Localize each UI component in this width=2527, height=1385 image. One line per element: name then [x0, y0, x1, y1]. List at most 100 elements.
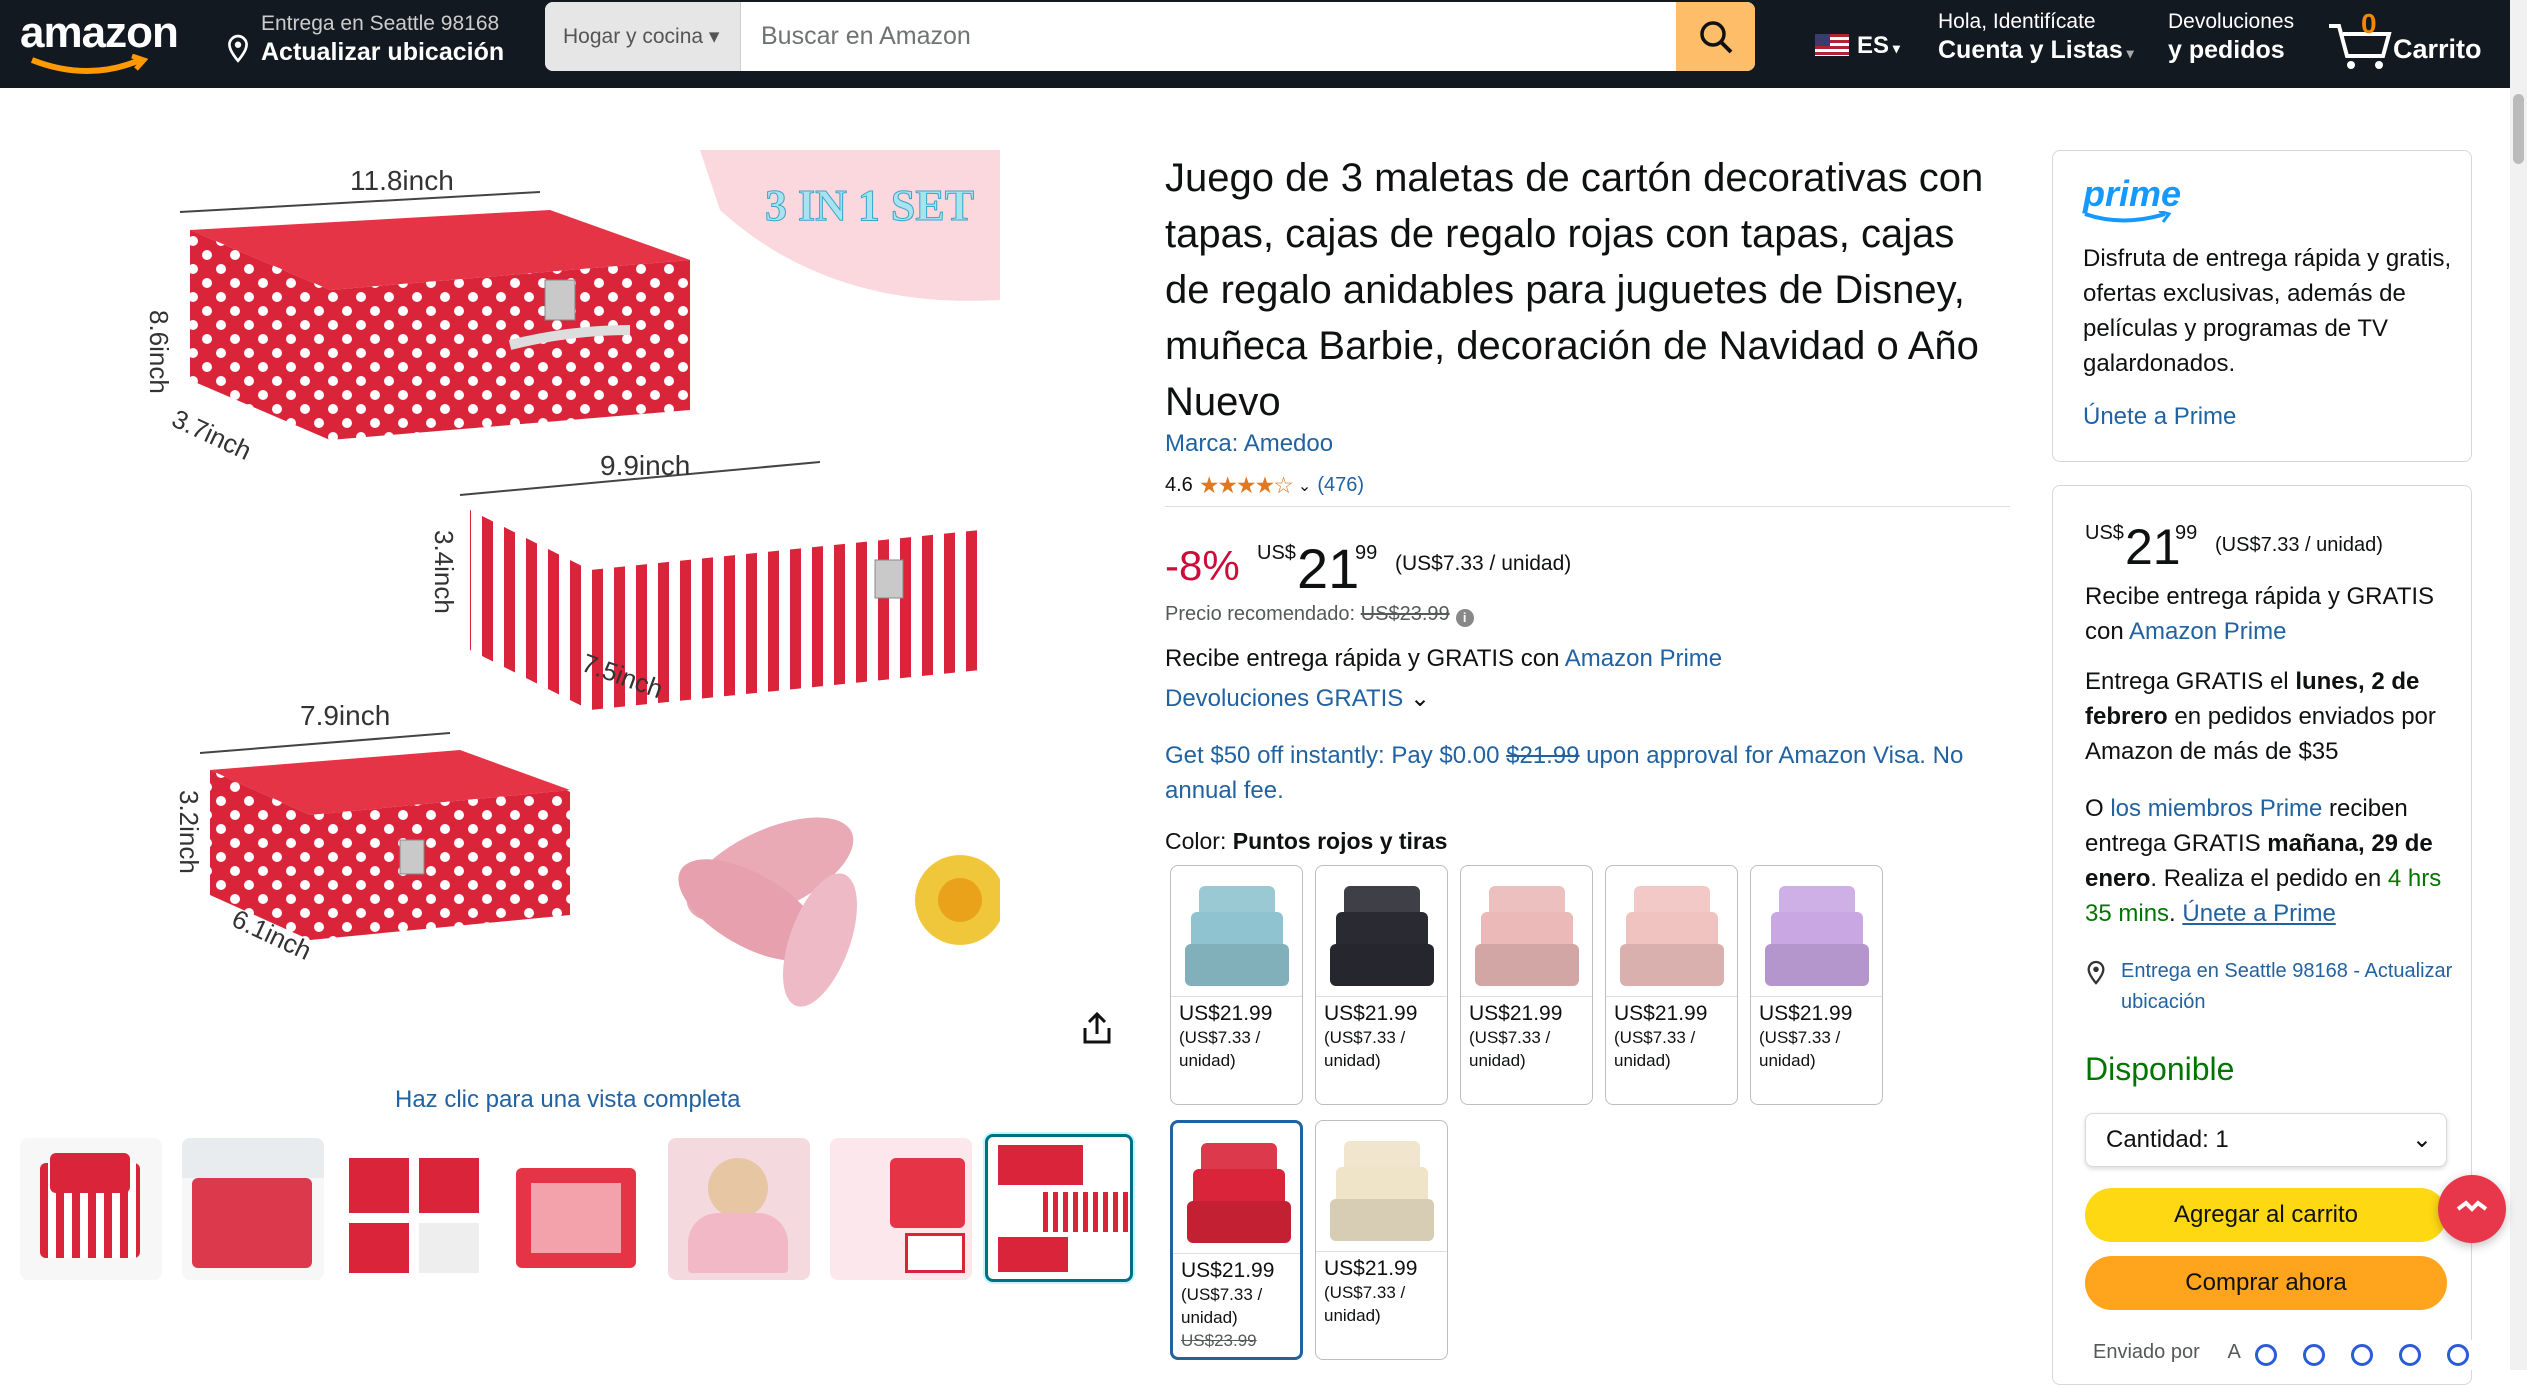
- rating-row: 4.6 ★★★★☆ ⌄ (476): [1165, 472, 1364, 499]
- star-rating-icon[interactable]: ★★★★☆: [1199, 472, 1294, 499]
- share-icon: [1083, 1011, 1111, 1044]
- tray-icon-1[interactable]: [2255, 1344, 2277, 1366]
- list-price-row: Precio recomendado: US$23.99 i: [1165, 603, 1474, 627]
- swatch-price: US$21.99: [1614, 1002, 1708, 1025]
- amazon-logo[interactable]: amazon: [20, 8, 198, 80]
- thumbnail-1[interactable]: [20, 1138, 162, 1280]
- color-swatch[interactable]: US$21.99 (US$7.33 / unidad): [1315, 865, 1448, 1105]
- color-swatch[interactable]: US$21.99 (US$7.33 / unidad): [1750, 865, 1883, 1105]
- buybox-free-delivery: Entrega GRATIS el lunes, 2 de febrero en…: [2085, 668, 2436, 765]
- language-selector[interactable]: ES ▾: [1815, 32, 1900, 60]
- tray-icon-3[interactable]: [2351, 1344, 2373, 1366]
- availability-status: Disponible: [2085, 1051, 2235, 1087]
- join-prime-link[interactable]: Únete a Prime: [2083, 403, 2236, 431]
- thumbnail-3[interactable]: [344, 1138, 486, 1280]
- caret-down-icon: ▾: [708, 25, 720, 48]
- thumbnail-5[interactable]: [668, 1138, 810, 1280]
- chevron-down-icon: ⌄: [1409, 685, 1431, 712]
- swatch-price: US$21.99: [1759, 1002, 1853, 1025]
- color-swatch[interactable]: US$21.99 (US$7.33 / unidad) US$23.99: [1170, 1120, 1303, 1360]
- tray-icon-5[interactable]: [2447, 1344, 2469, 1366]
- view-full-image-link[interactable]: Haz clic para una vista completa: [395, 1086, 741, 1114]
- caret-down-icon: ▾: [2122, 45, 2134, 61]
- main-product-image[interactable]: 3 IN 1 SET 11.8inch 8.6inch 3.7inch 9.9i…: [130, 150, 1005, 1010]
- free-returns-link[interactable]: Devoluciones GRATIS ⌄: [1165, 684, 1430, 713]
- buybox-prime-delivery: O los miembros Prime reciben entrega GRA…: [2085, 795, 2442, 927]
- prime-members-link[interactable]: los miembros Prime: [2110, 795, 2322, 822]
- thumbnail-7-selected[interactable]: [985, 1134, 1133, 1282]
- svg-text:8.6inch: 8.6inch: [144, 310, 174, 394]
- thumbnail-4[interactable]: [506, 1138, 648, 1280]
- swatch-unit-price: (US$7.33 / unidad): [1324, 1028, 1406, 1070]
- suitcases-illustration: 3 IN 1 SET 11.8inch 8.6inch 3.7inch 9.9i…: [144, 150, 1005, 1007]
- swatch-unit-price: (US$7.33 / unidad): [1181, 1285, 1263, 1327]
- product-title: Juego de 3 maletas de cartón decorativas…: [1165, 156, 1984, 424]
- swatch-image: [1322, 1127, 1441, 1247]
- swatch-image: [1179, 1129, 1298, 1249]
- prime-description: Disfruta de entrega rápida y gratis, ofe…: [2083, 245, 2452, 377]
- set-label: 3 IN 1 SET: [765, 181, 974, 230]
- search-icon: [1699, 20, 1732, 53]
- buybox-fast-delivery: Recibe entrega rápida y GRATIS con Amazo…: [2085, 583, 2435, 645]
- swatch-price: US$21.99: [1324, 1257, 1418, 1280]
- swatch-price: US$21.99: [1324, 1002, 1418, 1025]
- amazon-prime-link[interactable]: Amazon Prime: [2129, 618, 2286, 645]
- amazon-prime-link[interactable]: Amazon Prime: [1565, 645, 1722, 672]
- quantity-select[interactable]: Cantidad: 1 ⌄: [2085, 1113, 2447, 1167]
- brand-link[interactable]: Marca: Amedoo: [1165, 430, 1333, 458]
- page-scrollbar[interactable]: [2510, 88, 2527, 1370]
- chevron-down-icon: ⌄: [2411, 1126, 2432, 1153]
- unit-price: (US$7.33 / unidad): [1395, 552, 1572, 575]
- buy-box: US$ 21 99 (US$7.33 / unidad) Recibe entr…: [2052, 485, 2472, 1385]
- svg-text:3.7inch: 3.7inch: [167, 403, 256, 466]
- search-input[interactable]: [741, 2, 1676, 71]
- buy-now-button[interactable]: Comprar ahora: [2085, 1256, 2447, 1310]
- caret-down-icon: ▾: [1889, 40, 1900, 56]
- cart-button[interactable]: 0 Carrito: [2325, 8, 2505, 78]
- smile-arrow-icon: [30, 54, 148, 74]
- color-swatch[interactable]: US$21.99 (US$7.33 / unidad): [1605, 865, 1738, 1105]
- swatch-image: [1177, 872, 1296, 992]
- scrollbar-thumb[interactable]: [2513, 94, 2524, 164]
- swatch-image: [1612, 872, 1731, 992]
- buybox-location-link[interactable]: Entrega en Seattle 98168 - Actualizar ub…: [2085, 956, 2465, 1018]
- search-button[interactable]: [1676, 2, 1755, 71]
- color-swatch[interactable]: US$21.99 (US$7.33 / unidad): [1315, 1120, 1448, 1360]
- swatch-image: [1757, 872, 1876, 992]
- tray-icon-2[interactable]: [2303, 1344, 2325, 1366]
- svg-text:9.9inch: 9.9inch: [600, 450, 690, 481]
- visa-promo-link[interactable]: Get $50 off instantly: Pay $0.00 $21.99 …: [1165, 738, 2015, 808]
- search-category-select[interactable]: Hogar y cocina ▾: [545, 2, 741, 71]
- join-prime-link[interactable]: Únete a Prime: [2182, 900, 2335, 927]
- prime-logo: prime: [2083, 173, 2181, 223]
- returns-orders[interactable]: Devoluciones y pedidos: [2168, 10, 2294, 65]
- location-line2: Actualizar ubicación: [261, 38, 505, 66]
- add-to-cart-button[interactable]: Agregar al carrito: [2085, 1188, 2447, 1242]
- swatch-unit-price: (US$7.33 / unidad): [1179, 1028, 1261, 1070]
- share-button[interactable]: [1080, 1010, 1114, 1051]
- chevron-down-icon[interactable]: ⌄: [1298, 476, 1311, 496]
- thumbnail-2[interactable]: [182, 1138, 324, 1280]
- svg-text:3.4inch: 3.4inch: [429, 530, 459, 614]
- account-menu[interactable]: Hola, Identifícate Cuenta y Listas ▾: [1938, 10, 2134, 65]
- reviews-count-link[interactable]: (476): [1317, 474, 1364, 497]
- us-flag-icon: [1815, 34, 1849, 56]
- price-fraction: 99: [1355, 542, 1378, 564]
- thumbnail-6[interactable]: [830, 1138, 972, 1280]
- shipped-by: Enviado por A: [2093, 1341, 2241, 1363]
- color-swatch[interactable]: US$21.99 (US$7.33 / unidad): [1170, 865, 1303, 1105]
- discount-percent: -8%: [1165, 542, 1240, 589]
- swatch-unit-price: (US$7.33 / unidad): [1324, 1283, 1406, 1325]
- extension-fab-button[interactable]: [2438, 1175, 2506, 1243]
- swatch-image: [1322, 872, 1441, 992]
- divider: [1165, 506, 2010, 507]
- prime-smile-icon: [2084, 211, 2172, 223]
- color-label: Color: Puntos rojos y tiras: [1165, 828, 1448, 854]
- search-bar: Hogar y cocina ▾: [545, 2, 1755, 71]
- svg-text:7.9inch: 7.9inch: [300, 700, 390, 731]
- fast-delivery-text: Recibe entrega rápida y GRATIS con Amazo…: [1165, 645, 1723, 672]
- tray-icon-4[interactable]: [2399, 1344, 2421, 1366]
- info-icon[interactable]: i: [1455, 609, 1474, 627]
- color-swatch[interactable]: US$21.99 (US$7.33 / unidad): [1460, 865, 1593, 1105]
- location-line1: Entrega en Seattle 98168: [261, 12, 500, 35]
